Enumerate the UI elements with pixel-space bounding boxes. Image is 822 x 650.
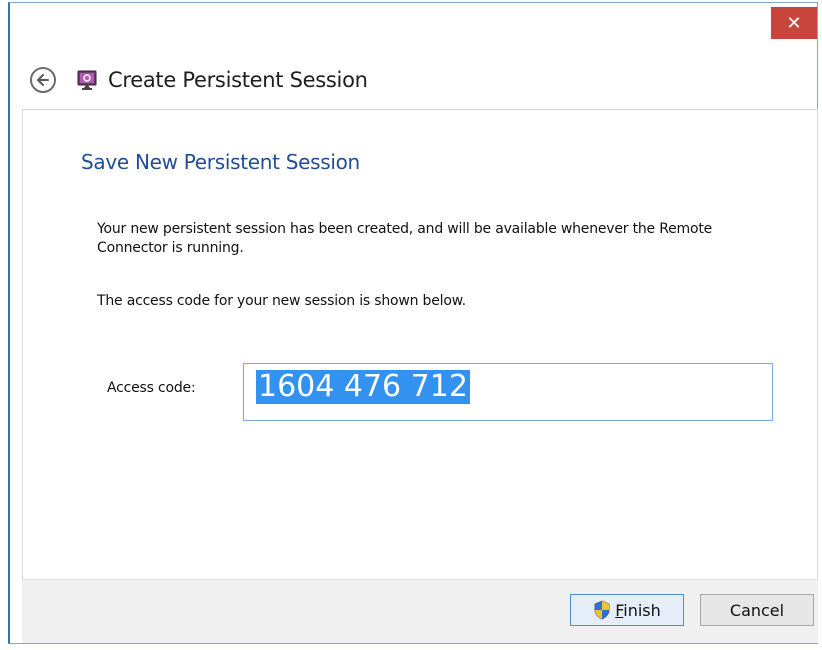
back-button[interactable]	[30, 67, 56, 93]
wizard-content: Save New Persistent Session Your new per…	[22, 109, 818, 579]
access-code-value[interactable]: 1604 476 712	[256, 370, 470, 404]
access-code-label: Access code:	[107, 380, 196, 396]
wizard-window: ✕ Create Persistent Session Save New Per…	[8, 2, 818, 644]
finish-button[interactable]: Finish	[570, 594, 684, 626]
cancel-button[interactable]: Cancel	[700, 594, 814, 626]
close-button[interactable]: ✕	[771, 7, 817, 39]
access-code-field[interactable]: 1604 476 712	[243, 363, 773, 421]
info-paragraph-access-code: The access code for your new session is …	[97, 293, 466, 309]
page-title: Save New Persistent Session	[81, 150, 360, 174]
cancel-button-label[interactable]: Cancel	[730, 601, 784, 620]
back-arrow-icon[interactable]	[36, 73, 50, 87]
wizard-header: Create Persistent Session	[10, 53, 817, 111]
info-paragraph-created: Your new persistent session has been cre…	[97, 221, 713, 256]
finish-button-label[interactable]: Finish	[615, 601, 661, 620]
close-icon[interactable]: ✕	[786, 13, 801, 34]
wizard-footer: Finish Cancel	[22, 579, 818, 643]
header-title: Create Persistent Session	[108, 68, 368, 92]
remote-session-icon	[76, 68, 100, 92]
uac-shield-icon	[594, 600, 610, 620]
